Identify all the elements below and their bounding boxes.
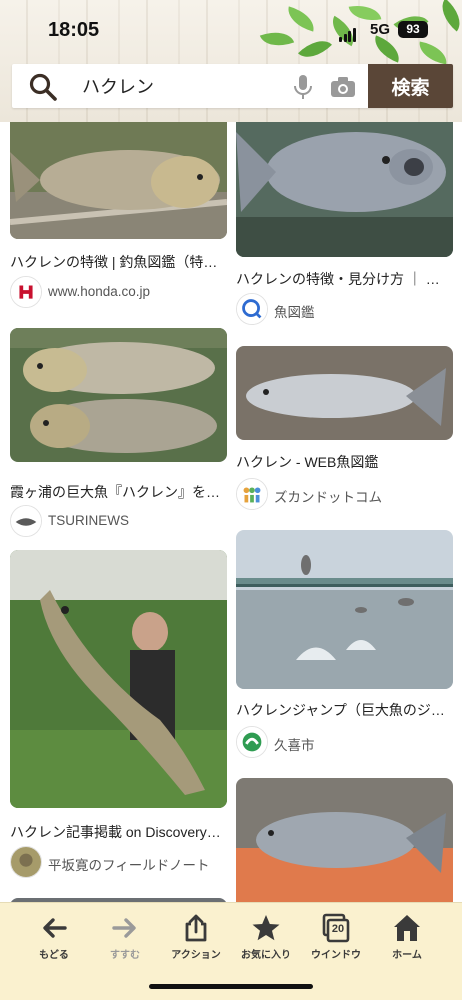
result-thumbnail[interactable] (236, 122, 453, 257)
tsurinews-logo-icon (10, 505, 42, 537)
result-thumbnail[interactable] (10, 328, 227, 462)
result-card[interactable]: ハクレン記事掲載 on Discovery… 平坂寛のフィールドノート (10, 550, 227, 880)
result-source[interactable]: 久喜市 (236, 726, 453, 758)
result-source[interactable]: 平坂寛のフィールドノート (10, 846, 227, 878)
favorites-label: お気に入り (241, 950, 291, 961)
result-thumbnail[interactable] (236, 346, 453, 440)
cellular-signal-icon (339, 24, 357, 42)
search-bar: 検索 (12, 64, 453, 108)
result-source-name: www.honda.co.jp (48, 284, 151, 299)
result-title[interactable]: ハクレンジャンプ（巨大魚のジ… (236, 700, 453, 720)
search-input[interactable] (82, 74, 282, 98)
network-type: 5G (370, 21, 391, 38)
action-button[interactable]: アクション (161, 913, 231, 969)
result-thumbnail[interactable] (10, 550, 227, 808)
microphone-icon[interactable] (292, 74, 314, 100)
result-title[interactable]: ハクレン - WEB魚図鑑 (236, 452, 453, 472)
home-label: ホーム (392, 950, 422, 961)
result-title[interactable]: ハクレンの特徴・見分け方 ｜ … (236, 269, 453, 289)
back-arrow-icon (19, 913, 89, 943)
camera-icon[interactable] (330, 76, 356, 98)
result-title[interactable]: 霞ヶ浦の巨大魚『ハクレン』を… (10, 482, 227, 502)
result-card[interactable]: ハクレンの特徴・見分け方 ｜ … 魚図鑑 (236, 122, 453, 325)
result-source-name: 魚図鑑 (274, 305, 315, 320)
status-bar: 18:05 5G 93 (0, 0, 462, 54)
status-time: 18:05 (48, 19, 100, 41)
window-count: 20 (331, 923, 345, 935)
home-icon (372, 913, 442, 943)
home-indicator (149, 984, 313, 989)
result-source[interactable]: TSURINEWS (10, 505, 227, 537)
result-card[interactable]: 霞ヶ浦の巨大魚『ハクレン』を… TSURINEWS (10, 328, 227, 537)
windows-button[interactable]: 20 ウインドウ (301, 913, 371, 969)
result-card[interactable]: ハクレン - WEB魚図鑑 ズカンドットコム (236, 346, 453, 511)
result-source[interactable]: www.honda.co.jp (10, 276, 227, 308)
search-icon[interactable] (28, 72, 58, 102)
result-source-name: 久喜市 (274, 738, 315, 753)
result-card[interactable] (236, 778, 453, 902)
forward-label: すすむ (110, 950, 140, 961)
result-source-name: 平坂寛のフィールドノート (48, 858, 210, 873)
action-label: アクション (171, 950, 221, 961)
result-title[interactable]: ハクレンの特徴 | 釣魚図鑑（特… (10, 252, 227, 272)
home-button[interactable]: ホーム (372, 913, 442, 969)
honda-logo-icon (10, 276, 42, 308)
image-results-grid: ハクレンの特徴 | 釣魚図鑑（特… www.honda.co.jp ハクレンの特… (0, 122, 462, 902)
result-thumbnail[interactable] (10, 122, 227, 239)
result-thumbnail[interactable] (236, 778, 453, 902)
result-card[interactable]: ハクレンジャンプ（巨大魚のジ… 久喜市 (236, 530, 453, 760)
share-icon (161, 913, 231, 943)
favorites-button[interactable]: お気に入り (231, 913, 301, 969)
forward-button[interactable]: すすむ (90, 913, 160, 969)
result-title[interactable]: ハクレン記事掲載 on Discovery… (10, 822, 227, 842)
result-thumbnail[interactable] (236, 530, 453, 689)
field-note-logo-icon (10, 846, 42, 878)
fish-zukan-logo-icon (236, 293, 268, 325)
battery-icon: 93 (398, 21, 428, 38)
windows-label: ウインドウ (311, 950, 361, 961)
search-button[interactable]: 検索 (368, 64, 453, 108)
result-source[interactable]: ズカンドットコム (236, 478, 453, 510)
result-source-name: ズカンドットコム (274, 490, 382, 505)
header: 18:05 5G 93 検索 (0, 0, 462, 122)
back-button[interactable]: もどる (19, 913, 89, 969)
star-icon (231, 913, 301, 943)
result-source-name: TSURINEWS (48, 513, 129, 528)
forward-arrow-icon (90, 913, 160, 943)
zukan-com-logo-icon (236, 478, 268, 510)
result-source[interactable]: 魚図鑑 (236, 293, 453, 325)
result-card[interactable]: ハクレンの特徴 | 釣魚図鑑（特… www.honda.co.jp (10, 122, 227, 308)
windows-icon: 20 (321, 913, 351, 943)
back-label: もどる (39, 950, 69, 961)
kuki-city-logo-icon (236, 726, 268, 758)
